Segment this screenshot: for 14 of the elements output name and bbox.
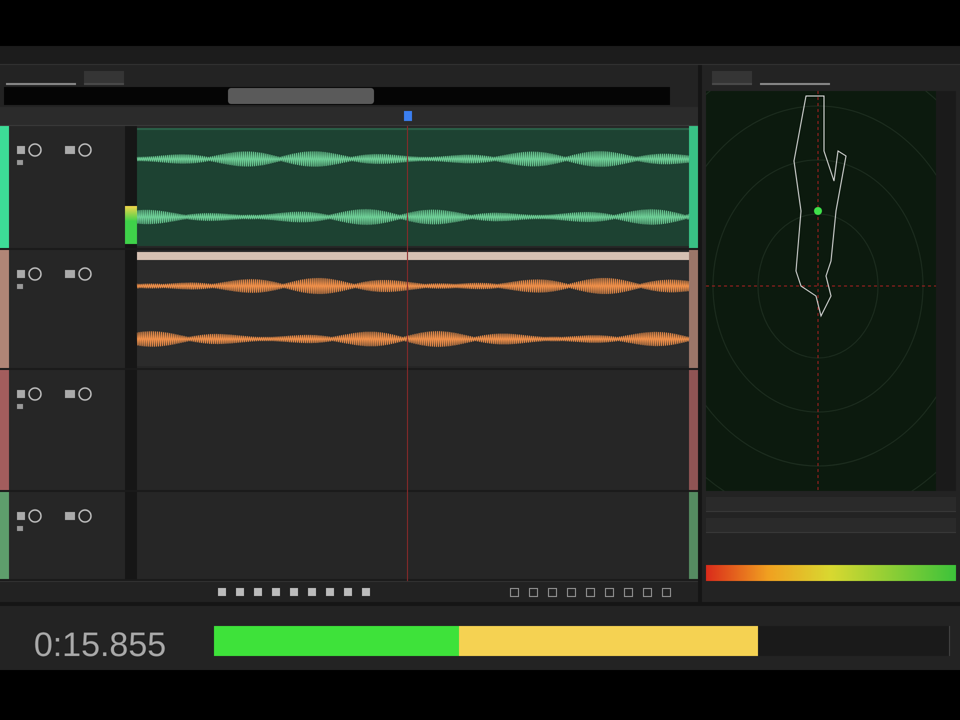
zoom-button[interactable] [567,588,576,596]
playhead-marker[interactable] [404,110,412,121]
time-display: 0:15.855 [34,626,166,664]
scroll-handle[interactable] [228,88,374,104]
zoom-button[interactable] [624,588,633,596]
zoom-button[interactable] [510,588,519,596]
zoom-button[interactable] [643,588,652,596]
zoom-button[interactable] [605,588,614,596]
audio-clip[interactable] [137,128,689,246]
audio-clip[interactable] [137,252,689,366]
zoom-button[interactable] [662,588,671,596]
zoom-button[interactable] [529,588,538,596]
zoom-button[interactable] [548,588,557,596]
zoom-button[interactable] [586,588,595,596]
